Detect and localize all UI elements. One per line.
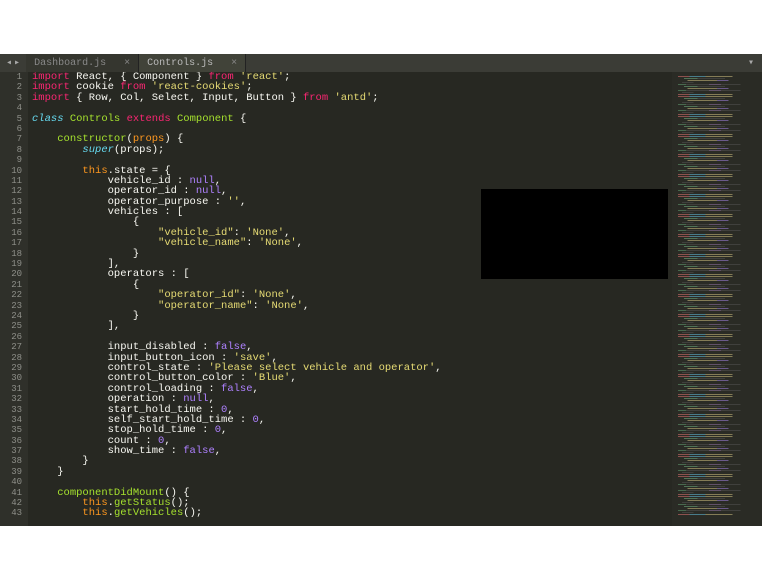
line-number: 39 bbox=[0, 467, 22, 477]
editor-area: 1234567891011121314151617181920212223242… bbox=[0, 72, 762, 526]
code-line: ], bbox=[32, 321, 672, 331]
line-number: 20 bbox=[0, 269, 22, 279]
minimap[interactable] bbox=[672, 72, 762, 526]
line-number: 38 bbox=[0, 456, 22, 466]
menu-dropdown-icon[interactable]: ▾ bbox=[748, 57, 762, 69]
line-number: 33 bbox=[0, 405, 22, 415]
code-line: this.getVehicles(); bbox=[32, 508, 672, 518]
line-number: 35 bbox=[0, 425, 22, 435]
line-number: 26 bbox=[0, 332, 22, 342]
close-icon[interactable]: × bbox=[124, 58, 130, 69]
line-number: 31 bbox=[0, 384, 22, 394]
line-number: 23 bbox=[0, 301, 22, 311]
code-line: } bbox=[32, 456, 672, 466]
code-content[interactable]: import React, { Component } from 'react'… bbox=[28, 72, 672, 526]
code-line: class Controls extends Component { bbox=[32, 114, 672, 124]
code-line: } bbox=[32, 467, 672, 477]
line-number: 12 bbox=[0, 186, 22, 196]
line-number: 14 bbox=[0, 207, 22, 217]
tab-bar: Dashboard.js × Controls.js × bbox=[26, 54, 246, 72]
close-icon[interactable]: × bbox=[231, 58, 237, 69]
line-gutter: 1234567891011121314151617181920212223242… bbox=[0, 72, 28, 526]
code-line: } bbox=[32, 311, 672, 321]
line-number: 3 bbox=[0, 93, 22, 103]
code-line: import { Row, Col, Select, Input, Button… bbox=[32, 93, 672, 103]
line-number: 6 bbox=[0, 124, 22, 134]
line-number: 15 bbox=[0, 217, 22, 227]
code-line: show_time : false, bbox=[32, 446, 672, 456]
line-number: 43 bbox=[0, 508, 22, 518]
line-number: 17 bbox=[0, 238, 22, 248]
line-number: 42 bbox=[0, 498, 22, 508]
tab-dashboard[interactable]: Dashboard.js × bbox=[26, 54, 139, 72]
line-number: 28 bbox=[0, 353, 22, 363]
tab-label: Controls.js bbox=[147, 58, 213, 69]
line-number: 19 bbox=[0, 259, 22, 269]
line-number: 25 bbox=[0, 321, 22, 331]
line-number: 1 bbox=[0, 72, 22, 82]
line-number: 27 bbox=[0, 342, 22, 352]
minimap-lines bbox=[678, 76, 756, 516]
line-number: 24 bbox=[0, 311, 22, 321]
line-number: 11 bbox=[0, 176, 22, 186]
line-number: 4 bbox=[0, 103, 22, 113]
line-number: 2 bbox=[0, 82, 22, 92]
line-number: 13 bbox=[0, 197, 22, 207]
line-number: 32 bbox=[0, 394, 22, 404]
nav-forward-icon[interactable]: ▸ bbox=[14, 57, 20, 69]
line-number: 29 bbox=[0, 363, 22, 373]
line-number: 41 bbox=[0, 488, 22, 498]
tab-label: Dashboard.js bbox=[34, 58, 106, 69]
nav-arrows: ◂ ▸ bbox=[0, 57, 26, 69]
line-number: 18 bbox=[0, 249, 22, 259]
topbar: ◂ ▸ Dashboard.js × Controls.js × ▾ bbox=[0, 54, 762, 72]
editor-window: ◂ ▸ Dashboard.js × Controls.js × ▾ 12345… bbox=[0, 54, 762, 526]
tab-controls[interactable]: Controls.js × bbox=[139, 54, 246, 72]
line-number: 16 bbox=[0, 228, 22, 238]
line-number: 9 bbox=[0, 155, 22, 165]
line-number: 5 bbox=[0, 114, 22, 124]
black-overlay bbox=[481, 189, 668, 279]
line-number: 21 bbox=[0, 280, 22, 290]
line-number: 8 bbox=[0, 145, 22, 155]
line-number: 37 bbox=[0, 446, 22, 456]
line-number: 36 bbox=[0, 436, 22, 446]
line-number: 30 bbox=[0, 373, 22, 383]
line-number: 40 bbox=[0, 477, 22, 487]
line-number: 7 bbox=[0, 134, 22, 144]
line-number: 10 bbox=[0, 166, 22, 176]
code-line: super(props); bbox=[32, 145, 672, 155]
line-number: 34 bbox=[0, 415, 22, 425]
nav-back-icon[interactable]: ◂ bbox=[6, 57, 12, 69]
line-number: 22 bbox=[0, 290, 22, 300]
